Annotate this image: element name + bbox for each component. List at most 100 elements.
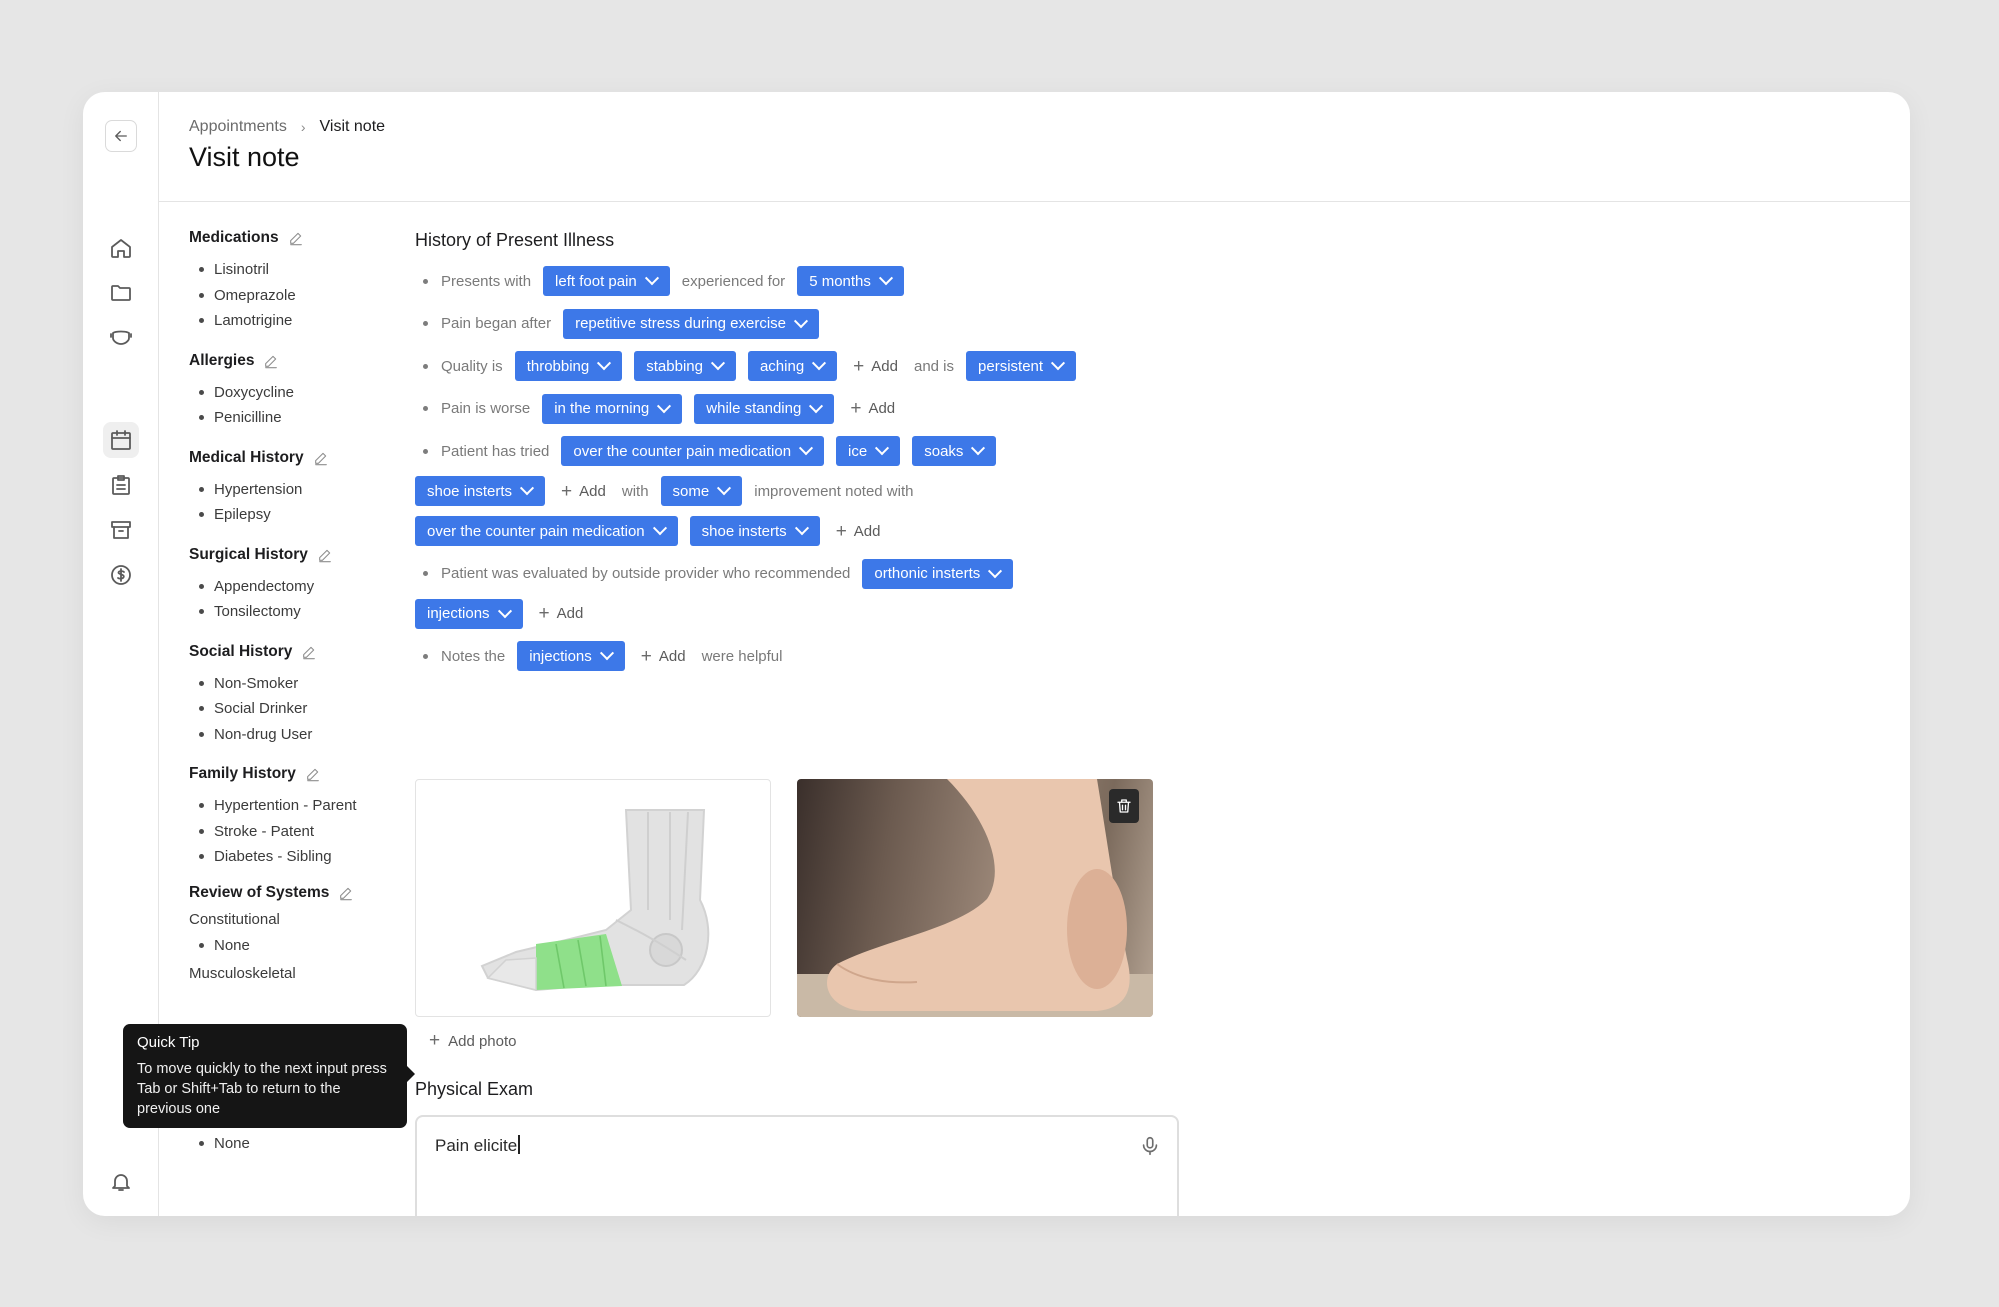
archive-icon (111, 521, 131, 539)
add-photo-button[interactable]: + Add photo (429, 1030, 517, 1052)
plus-icon: + (640, 645, 652, 667)
add-tried-button[interactable]: + Add (561, 482, 606, 501)
list-item: Penicilline (199, 405, 409, 431)
worse-chip[interactable]: while standing (694, 393, 835, 424)
add-quality-button[interactable]: + Add (853, 357, 898, 376)
hpi-row-improved: over the counter pain medication shoe in… (413, 516, 1275, 546)
hpi-row-quality: Quality is throbbing stabbing aching + Ad… (415, 351, 1275, 381)
improvement-label: improvement noted with (754, 482, 914, 500)
section-title: Review of Systems (189, 882, 409, 904)
edit-icon (289, 232, 302, 246)
section-title: Surgical History (189, 544, 409, 566)
tried-chip[interactable]: soaks (912, 436, 997, 466)
list-item: Epilepsy (199, 502, 409, 528)
nav-mask[interactable] (103, 319, 139, 355)
add-improved-button[interactable]: + Add (836, 522, 881, 541)
duration-chip[interactable]: 5 months (797, 266, 904, 296)
hpi-row-provider: Patient was evaluated by outside provide… (415, 558, 1275, 589)
section-title: Social History (189, 641, 409, 663)
add-recommended-button[interactable]: + Add (539, 604, 584, 623)
tooltip-body: To move quickly to the next input press … (137, 1061, 387, 1117)
app-window: Appointments › Visit note Visit note Med… (83, 92, 1910, 1216)
list-item: Social Drinker (199, 696, 409, 722)
home-icon (111, 239, 131, 258)
recommended-chip[interactable]: orthonic insterts (862, 558, 1014, 589)
section-title: Allergies (189, 350, 409, 372)
chevron-down-icon (878, 271, 893, 286)
chevron-down-icon (497, 603, 512, 618)
edit-section-button[interactable] (305, 766, 321, 782)
text-caret (518, 1135, 520, 1154)
plus-icon: + (853, 355, 865, 377)
edit-section-button[interactable] (313, 450, 329, 466)
helpful-chip[interactable]: injections (517, 641, 625, 671)
onset-chip[interactable]: repetitive stress during exercise (563, 308, 820, 339)
breadcrumb-separator: › (300, 119, 306, 135)
chevron-down-icon (597, 356, 612, 371)
back-button[interactable] (105, 120, 137, 152)
recommended-chip[interactable]: injections (415, 598, 523, 629)
complaint-chip[interactable]: left foot pain (543, 266, 670, 296)
add-worse-button[interactable]: + Add (850, 399, 895, 418)
add-helpful-button[interactable]: + Add (641, 647, 686, 666)
nav-home[interactable] (103, 230, 139, 266)
breadcrumb-appointments[interactable]: Appointments (189, 118, 287, 136)
arrow-left-icon (115, 130, 127, 142)
foot-photo-image (797, 779, 1153, 1017)
edit-icon (265, 355, 278, 368)
list-item: None (199, 1131, 409, 1157)
nav-billing[interactable] (103, 557, 139, 593)
nav-notifications[interactable] (103, 1164, 139, 1200)
bell-icon (112, 1174, 130, 1191)
quality-chip[interactable]: aching (747, 351, 838, 381)
list-item: Non-drug User (199, 722, 409, 748)
edit-section-button[interactable] (317, 547, 333, 563)
plus-icon: + (538, 603, 550, 624)
dictation-button[interactable] (1137, 1131, 1163, 1161)
nav-calendar[interactable] (103, 422, 139, 458)
foot-photo[interactable] (797, 779, 1153, 1017)
edit-section-button[interactable] (288, 230, 304, 246)
worse-chip[interactable]: in the morning (542, 393, 683, 424)
hpi-row-provider-cont: injections + Add (413, 598, 1275, 629)
chevron-down-icon (1050, 356, 1066, 371)
hpi-row-tried-cont: shoe insterts + Add with some improvement… (413, 476, 1275, 506)
tried-chip[interactable]: shoe insterts (415, 476, 546, 506)
breadcrumb: Appointments › Visit note (189, 118, 385, 136)
list-item: Non-Smoker (199, 671, 409, 697)
improved-chip[interactable]: shoe insterts (689, 516, 820, 546)
quality-chip[interactable]: throbbing (514, 351, 623, 381)
edit-icon (314, 452, 327, 465)
foot-skeleton-illustration (480, 809, 710, 992)
edit-section-button[interactable] (263, 353, 279, 369)
presents-with-label: Presents with (441, 272, 532, 290)
chevron-down-icon (798, 441, 814, 456)
nav-clipboard[interactable] (103, 467, 139, 503)
section-title: Medical History (189, 447, 409, 469)
tooltip-title: Quick Tip (137, 1034, 200, 1051)
summary-section: Medical History Hypertension Epilepsy (189, 447, 409, 528)
foot-diagram-photo[interactable] (415, 779, 771, 1017)
delete-photo-button[interactable] (1109, 789, 1139, 823)
list-item: Hypertention - Parent (199, 793, 409, 819)
pain-worse-label: Pain is worse (441, 400, 531, 417)
edit-section-button[interactable] (301, 644, 317, 660)
improved-chip[interactable]: over the counter pain medication (415, 516, 678, 546)
edit-icon (340, 887, 353, 900)
edit-section-button[interactable] (338, 885, 354, 901)
pain-began-label: Pain began after (441, 315, 552, 332)
folder-icon (111, 285, 131, 301)
page-title: Visit note (189, 142, 300, 172)
improvement-level-chip[interactable]: some (660, 476, 743, 506)
quality-chip[interactable]: stabbing (634, 351, 736, 381)
chevron-down-icon (652, 521, 667, 536)
chevron-down-icon (812, 356, 827, 371)
nav-folder[interactable] (103, 275, 139, 311)
tried-chip[interactable]: ice (836, 436, 901, 466)
tried-chip[interactable]: over the counter pain medication (561, 436, 825, 466)
hpi-row-presents: Presents with left foot pain experienced… (415, 266, 1275, 296)
persistence-chip[interactable]: persistent (966, 351, 1077, 381)
physical-exam-input[interactable]: Pain elicite (415, 1115, 1179, 1216)
nav-archive[interactable] (103, 512, 139, 548)
clipboard-icon (112, 475, 130, 495)
